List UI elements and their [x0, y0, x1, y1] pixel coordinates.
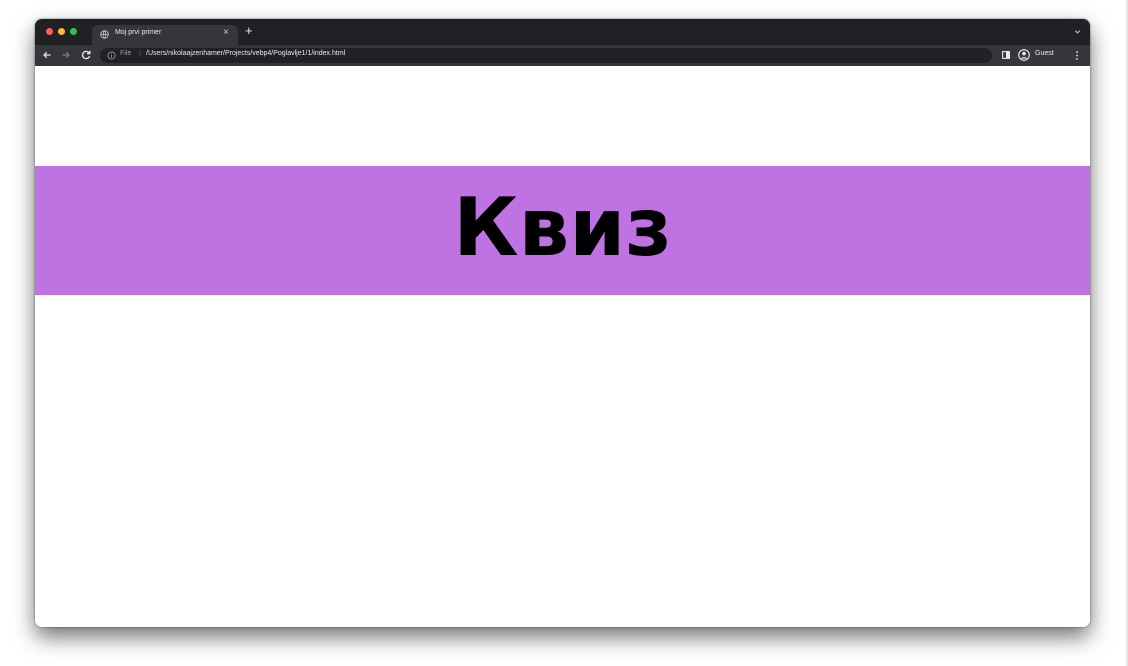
url-separator: |	[139, 50, 141, 57]
url-scheme-label: File	[120, 50, 132, 57]
reload-icon[interactable]	[80, 49, 92, 61]
globe-icon	[100, 30, 109, 39]
profile-label: Guest	[1035, 50, 1054, 57]
side-panel-icon[interactable]	[1002, 51, 1010, 59]
page-content: Квиз	[35, 66, 1090, 627]
tab-title: Moj prvi primer	[115, 29, 162, 36]
back-arrow-icon[interactable]	[41, 49, 53, 61]
heading-banner: Квиз	[35, 166, 1090, 295]
browser-toolbar: File | /Users/nikolaajzenhamer/Projects/…	[35, 45, 1090, 66]
page-heading: Квиз	[453, 181, 672, 274]
browser-window: Moj prvi primer × + File | /Users/nikola…	[35, 19, 1090, 627]
profile-button[interactable]: Guest	[1018, 48, 1068, 63]
new-tab-button[interactable]: +	[245, 24, 253, 38]
more-menu-icon[interactable]	[1074, 50, 1080, 61]
address-bar[interactable]: File | /Users/nikolaajzenhamer/Projects/…	[100, 48, 992, 63]
zoom-window-button[interactable]	[70, 28, 77, 35]
person-icon	[1018, 49, 1030, 61]
minimize-window-button[interactable]	[58, 28, 65, 35]
close-window-button[interactable]	[46, 28, 53, 35]
info-icon[interactable]	[107, 51, 116, 60]
forward-arrow-icon[interactable]	[60, 49, 72, 61]
tab-strip: Moj prvi primer × +	[35, 19, 1090, 45]
tab-close-icon[interactable]: ×	[223, 27, 229, 39]
chevron-down-icon[interactable]	[1073, 27, 1082, 36]
url-text[interactable]: /Users/nikolaajzenhamer/Projects/vebp4/P…	[146, 50, 345, 57]
tab-active[interactable]: Moj prvi primer ×	[92, 25, 238, 45]
